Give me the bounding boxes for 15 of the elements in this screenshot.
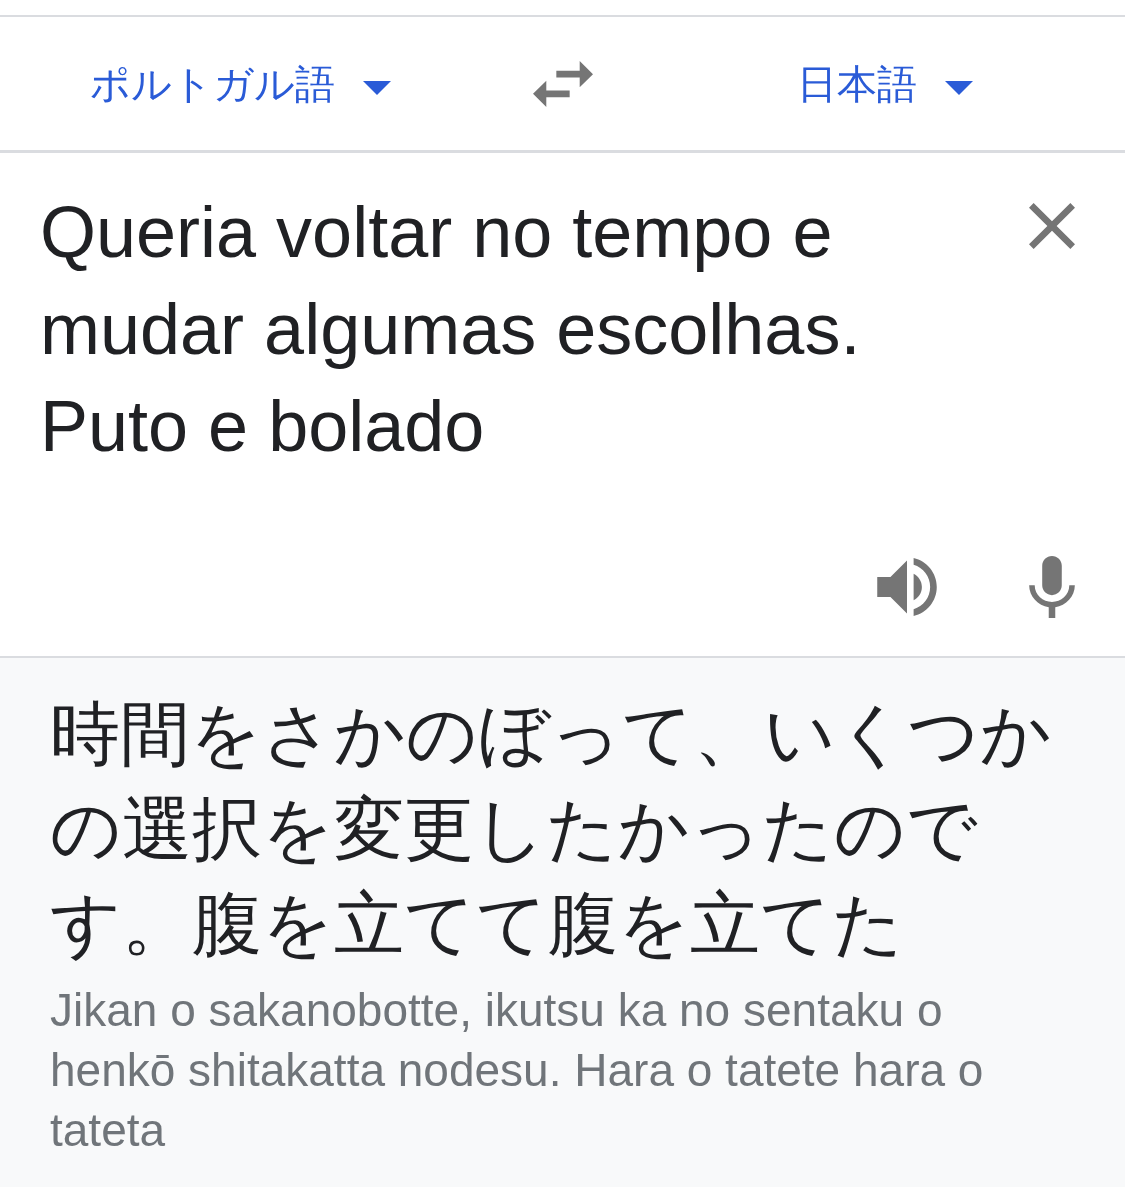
speaker-icon [877, 558, 937, 616]
microphone-icon [1029, 556, 1075, 618]
voice-input-button[interactable] [1029, 556, 1075, 618]
translation-text: 時間をさかのぼって、いくつかの選択を変更したかったのです。腹を立てて腹を立てた [50, 692, 1053, 967]
source-text-input[interactable]: Queria voltar no tempo e mudar algumas escolhas. Puto e bolado [40, 184, 970, 475]
swap-languages-button[interactable] [532, 60, 593, 107]
clear-button[interactable] [1029, 203, 1075, 249]
caret-icon [362, 80, 391, 95]
caret-icon [944, 80, 973, 95]
source-language-button[interactable]: ポルトガル語 [85, 53, 395, 114]
swap-arrows-icon [532, 60, 593, 107]
listen-button[interactable] [877, 558, 937, 616]
close-icon [1029, 203, 1075, 249]
romanization-text: Jikan o sakanobotte, ikutsu ka no sentaku o henkō shitakatta nodesu. Hara o tatete hara o tateta [50, 983, 985, 1158]
target-language-button[interactable]: 日本語 [792, 53, 977, 114]
